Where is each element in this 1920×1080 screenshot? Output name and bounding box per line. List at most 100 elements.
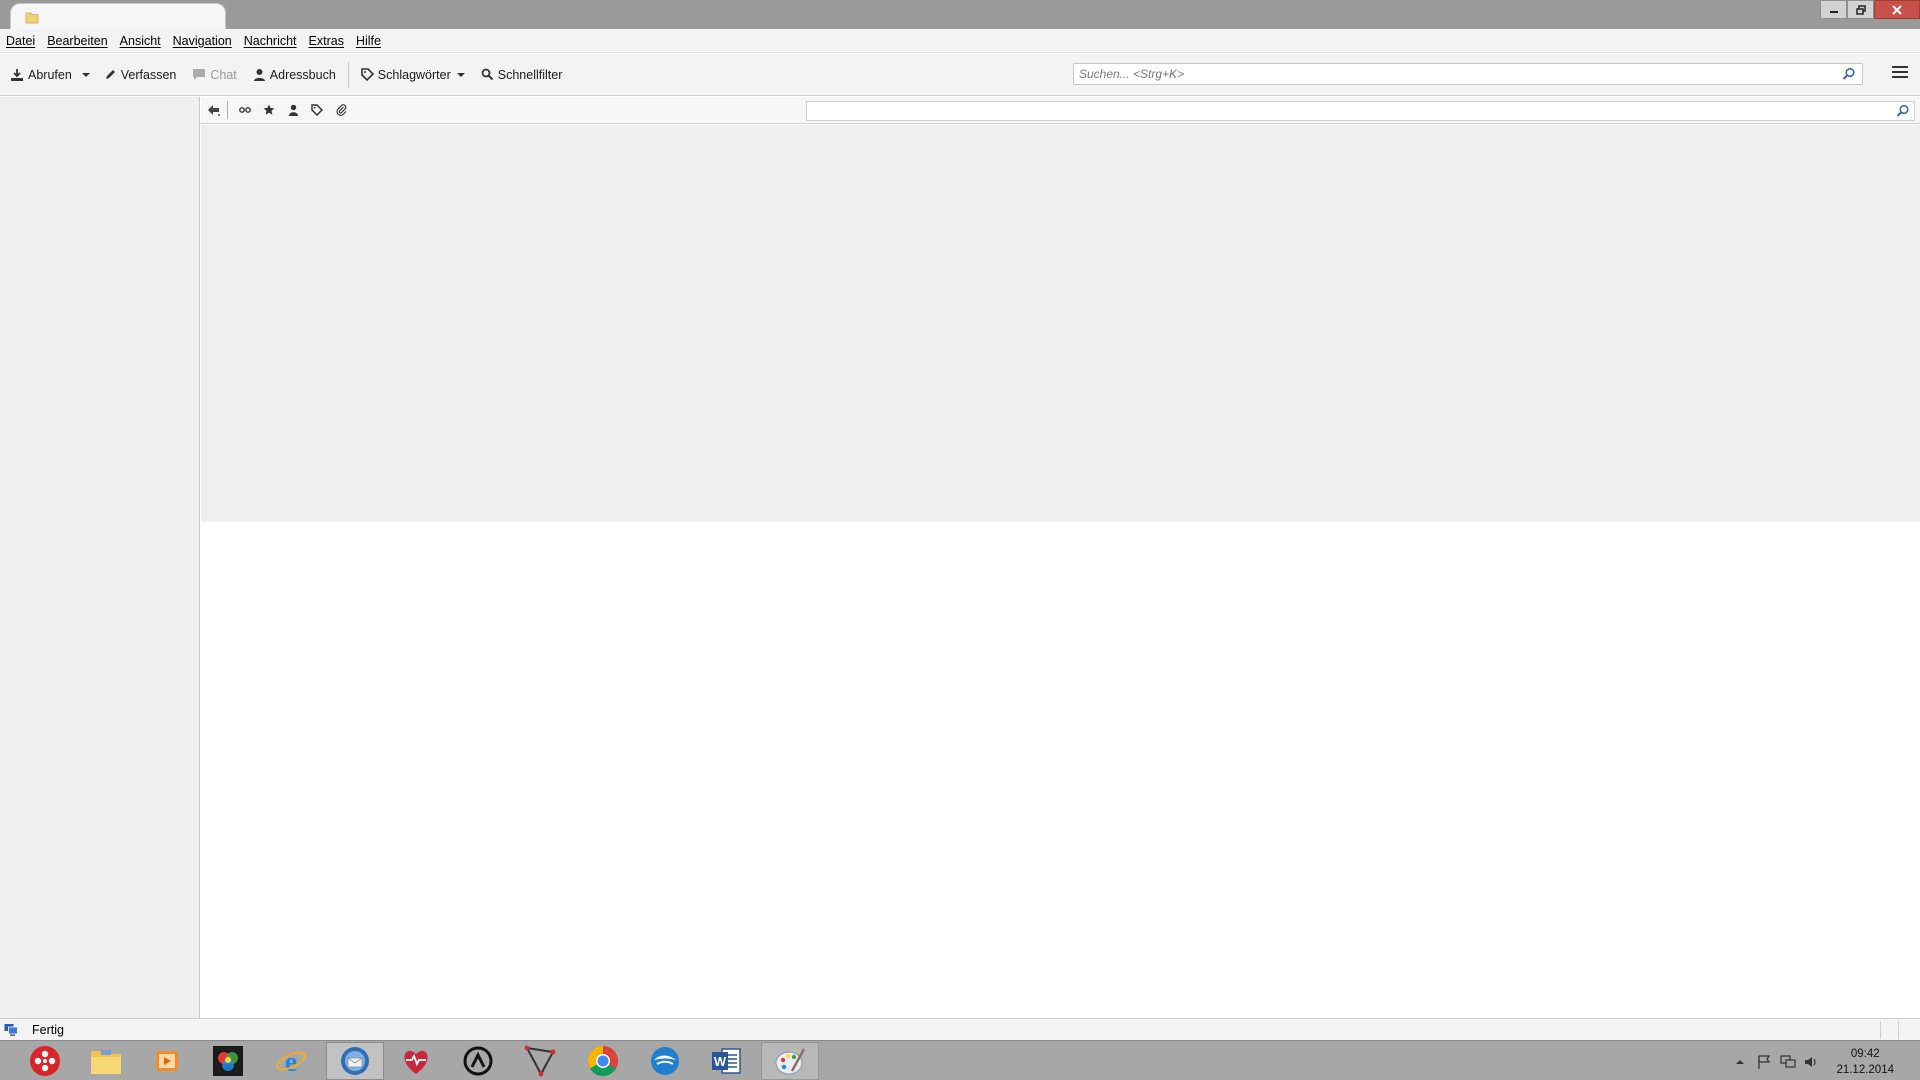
volume-icon[interactable] <box>1804 1055 1818 1069</box>
quick-filter-button[interactable]: Schnellfilter <box>475 61 569 89</box>
health-app-icon <box>404 1050 428 1074</box>
starred-icon[interactable] <box>262 103 276 117</box>
address-book-label: Adressbuch <box>269 67 336 82</box>
paint-icon <box>775 1048 806 1075</box>
message-pane[interactable] <box>201 522 1920 1018</box>
svg-text:e: e <box>285 1047 297 1077</box>
menu-extras[interactable]: Extras <box>309 34 344 48</box>
chrome-icon <box>587 1046 619 1077</box>
online-status-icon[interactable] <box>4 1023 18 1036</box>
flag-icon[interactable] <box>1758 1055 1770 1069</box>
clock-time: 09:42 <box>1850 1048 1880 1060</box>
filter-separator <box>227 101 228 119</box>
get-messages-dropdown[interactable] <box>78 61 94 89</box>
chevron-down-icon <box>456 72 465 77</box>
menu-bar: Datei Bearbeiten Ansicht Navigation Nach… <box>0 29 1920 53</box>
minimize-icon <box>1829 10 1838 13</box>
restore-button[interactable] <box>1847 0 1874 19</box>
app-menu-button[interactable] <box>1892 66 1908 80</box>
main-toolbar: Abrufen Verfassen Chat Adressbuch Schlag… <box>0 54 1920 96</box>
taskbar-app-bird[interactable] <box>636 1042 694 1080</box>
tags-button[interactable]: Schlagwörter <box>355 61 471 89</box>
global-search-input[interactable]: Suchen... <Strg+K> <box>1073 63 1863 85</box>
minimize-button[interactable] <box>1820 0 1847 19</box>
internet-explorer-icon: e <box>276 1047 306 1077</box>
unread-icon[interactable] <box>238 103 252 117</box>
taskbar-app-explorer[interactable] <box>77 1042 135 1080</box>
status-text: Fertig <box>32 1022 64 1037</box>
taskbar: e W 09:42 21.12.2014 <box>0 1040 1920 1080</box>
chat-icon <box>193 69 206 80</box>
window-controls <box>1820 0 1920 19</box>
chevron-down-icon <box>81 72 90 77</box>
photo-app-icon <box>213 1046 243 1076</box>
app-tab[interactable] <box>10 3 226 30</box>
chat-label: Chat <box>210 67 237 82</box>
close-button[interactable] <box>1874 0 1920 19</box>
taskbar-app-media[interactable] <box>138 1042 196 1080</box>
bird-app-icon <box>651 1047 679 1075</box>
tag-icon <box>360 68 374 81</box>
folder-pane[interactable] <box>0 97 200 1018</box>
menu-ansicht[interactable]: Ansicht <box>120 34 161 48</box>
search-icon[interactable] <box>1896 104 1910 118</box>
show-hidden-icon[interactable] <box>1736 1059 1744 1064</box>
keep-filter-icon[interactable] <box>207 103 221 117</box>
status-bar: Fertig <box>0 1018 1920 1040</box>
tags-label: Schlagwörter <box>377 67 451 82</box>
svg-text:W: W <box>714 1054 727 1069</box>
chat-button[interactable]: Chat <box>186 61 242 89</box>
close-icon <box>1892 4 1902 15</box>
get-messages-label: Abrufen <box>28 67 72 82</box>
get-messages-button[interactable]: Abrufen <box>4 61 78 89</box>
avast-icon <box>463 1046 493 1076</box>
taskbar-app-photos[interactable] <box>199 1042 257 1080</box>
system-tray: 09:42 21.12.2014 <box>1720 1041 1920 1080</box>
title-bar <box>0 0 1920 30</box>
menu-bearbeiten[interactable]: Bearbeiten <box>47 34 107 48</box>
thread-pane[interactable] <box>201 125 1920 522</box>
quick-filter-bar <box>201 97 1920 124</box>
download-icon <box>11 68 23 81</box>
network-icon[interactable] <box>1780 1055 1796 1069</box>
toolbar-separator <box>347 61 349 88</box>
search-icon <box>481 68 493 81</box>
taskbar-app-ie[interactable]: e <box>262 1042 320 1080</box>
taskbar-app-start[interactable] <box>16 1042 74 1080</box>
person-icon <box>253 69 265 81</box>
search-icon[interactable] <box>1842 67 1856 81</box>
pencil-icon <box>105 70 115 79</box>
taskbar-app-health[interactable] <box>387 1042 445 1080</box>
quick-filter-label: Schnellfilter <box>497 67 563 82</box>
taskbar-app-thunderbird[interactable] <box>326 1042 384 1080</box>
menu-nachricht[interactable]: Nachricht <box>244 34 297 48</box>
search-placeholder: Suchen... <Strg+K> <box>1079 67 1185 81</box>
taskbar-app-chrome[interactable] <box>574 1042 632 1080</box>
compose-label: Verfassen <box>120 67 177 82</box>
menu-datei[interactable]: Datei <box>6 34 35 48</box>
restore-icon <box>1855 4 1866 15</box>
file-explorer-icon <box>91 1050 121 1074</box>
taskbar-app-avast[interactable] <box>449 1042 507 1080</box>
hamburger-icon <box>1892 66 1908 68</box>
menu-hilfe[interactable]: Hilfe <box>356 34 381 48</box>
attachment-icon[interactable] <box>334 103 348 117</box>
taskbar-app-paint[interactable] <box>761 1042 819 1080</box>
filter-messages-input[interactable] <box>806 101 1915 121</box>
clock[interactable]: 09:42 21.12.2014 <box>1836 1046 1894 1078</box>
tag-icon[interactable] <box>310 103 324 117</box>
media-player-icon <box>156 1051 178 1071</box>
address-book-button[interactable]: Adressbuch <box>247 61 342 89</box>
folder-icon <box>25 12 39 24</box>
taskbar-app-word[interactable]: W <box>697 1042 755 1080</box>
contact-icon[interactable] <box>286 103 300 117</box>
word-icon: W <box>712 1048 741 1074</box>
status-segment <box>1880 1021 1881 1039</box>
start-app-icon <box>30 1046 60 1076</box>
thunderbird-icon <box>341 1047 369 1075</box>
taskbar-app-tool[interactable] <box>511 1042 569 1080</box>
compose-button[interactable]: Verfassen <box>98 61 183 89</box>
status-segment <box>1898 1021 1899 1039</box>
menu-navigation[interactable]: Navigation <box>173 34 232 48</box>
clock-date: 21.12.2014 <box>1836 1064 1894 1076</box>
